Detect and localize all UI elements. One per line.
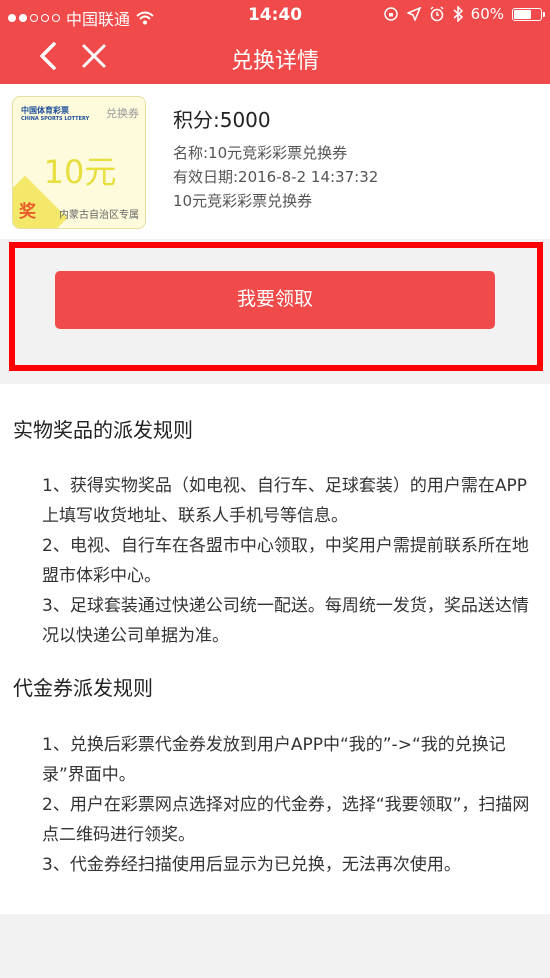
coupon-name: 名称:10元竞彩彩票兑换券 xyxy=(173,144,348,162)
battery-icon xyxy=(512,7,545,21)
coupon-expiry: 有效日期:2016-8-2 14:37:32 xyxy=(173,168,379,186)
claim-button-area: 我要领取 xyxy=(0,239,550,384)
coupon-amount: 10元 xyxy=(43,153,117,191)
coupon-image: 中国体育彩票 CHINA SPORTS LOTTERY 兑换券 10元 奖 内蒙… xyxy=(12,96,146,229)
coupon-region: 内蒙古自治区专属 xyxy=(59,210,139,221)
physical-prize-rules-title: 实物奖品的派发规则 xyxy=(13,418,193,442)
coupon-type-label: 兑换券 xyxy=(106,107,139,120)
orientation-lock-icon xyxy=(383,7,398,21)
physical-rule-item: 2、电视、自行车在各盟市中心领取，中奖用户需提前联系所在地盟市体彩中心。 xyxy=(42,536,529,586)
battery-percent: 60% xyxy=(470,5,504,23)
location-icon xyxy=(406,7,421,21)
coupon-info: 积分:5000 名称:10元竞彩彩票兑换券 有效日期:2016-8-2 14:3… xyxy=(173,104,378,213)
claim-button[interactable]: 我要领取 xyxy=(55,271,495,329)
coupon-summary: 中国体育彩票 CHINA SPORTS LOTTERY 兑换券 10元 奖 内蒙… xyxy=(0,84,550,239)
lottery-logo: 中国体育彩票 CHINA SPORTS LOTTERY xyxy=(21,106,90,122)
coupon-prize-mark: 奖 xyxy=(19,202,36,222)
page-title: 兑换详情 xyxy=(230,49,319,74)
points-value: 积分:5000 xyxy=(173,108,271,132)
status-bar-right: 60% xyxy=(383,5,545,23)
physical-rule-item: 1、获得实物奖品（如电视、自行车、足球套装）的用户需在APP上填写收货地址、联系… xyxy=(42,476,527,526)
alarm-icon xyxy=(430,6,444,22)
nav-bar: 兑换详情 xyxy=(0,30,550,84)
physical-rule-item: 3、足球套装通过快递公司统一配送。每周统一发货，奖品送达情况以快递公司单据为准。 xyxy=(42,596,529,646)
voucher-rule-item: 1、兑换后彩票代金券发放到用户APP中“我的”->“我的兑换记录”界面中。 xyxy=(42,735,506,785)
voucher-rule-item: 2、用户在彩票网点选择对应的代金券，选择“我要领取”，扫描网点二维码进行领奖。 xyxy=(42,795,530,845)
voucher-rules-title: 代金券派发规则 xyxy=(13,676,153,700)
bluetooth-icon xyxy=(453,6,463,22)
voucher-rule-item: 3、代金券经扫描使用后显示为已兑换，无法再次使用。 xyxy=(42,855,461,875)
status-bar: 中国联通 14:40 60% xyxy=(0,0,550,30)
coupon-description: 10元竞彩彩票兑换券 xyxy=(173,192,313,210)
rules-section: 实物奖品的派发规则 1、获得实物奖品（如电视、自行车、足球套装）的用户需在APP… xyxy=(0,384,550,914)
